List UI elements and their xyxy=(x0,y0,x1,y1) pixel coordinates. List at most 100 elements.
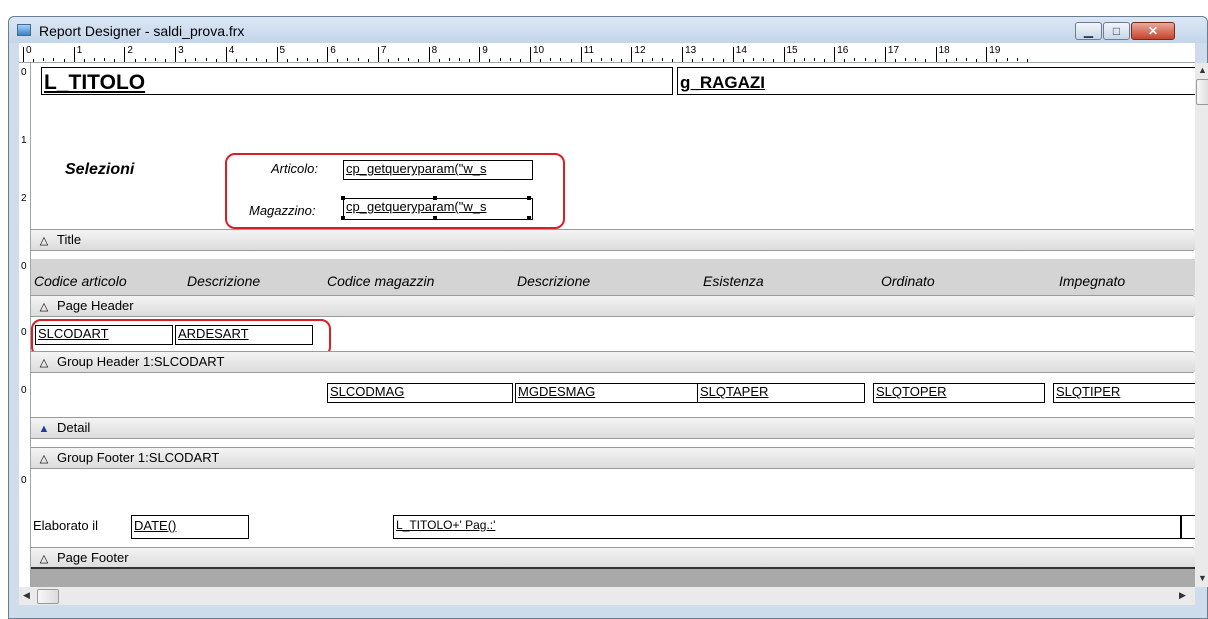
ruler-number: 13 xyxy=(685,45,697,56)
elaborato-label: Elaborato il xyxy=(33,518,99,533)
ruler-minor-tick xyxy=(773,59,775,62)
band-page-footer[interactable]: △ Page Footer xyxy=(31,547,1195,569)
ruler-minor-tick xyxy=(215,59,217,62)
vertical-scroll-thumb[interactable] xyxy=(1196,79,1208,105)
ruler-minor-tick xyxy=(600,58,602,61)
ruler-minor-tick xyxy=(945,59,947,62)
ruler-minor-tick xyxy=(266,59,268,62)
scroll-up-arrow-icon[interactable]: ▲ xyxy=(1198,65,1207,75)
ruler-number: 11 xyxy=(583,45,595,56)
ruler-number: 14 xyxy=(735,45,747,56)
ruler-major-tick xyxy=(732,47,734,62)
ruler-number: 16 xyxy=(837,45,849,56)
ruler-minor-tick xyxy=(803,58,805,61)
ruler-minor-tick xyxy=(367,59,369,62)
ruler-major-tick xyxy=(276,47,278,62)
ruler-minor-tick xyxy=(1026,59,1028,62)
horizontal-scroll-thumb[interactable] xyxy=(37,589,59,604)
ruler-number: 7 xyxy=(380,45,387,56)
mgdesmag-field[interactable]: MGDESMAG xyxy=(515,383,701,403)
column-header-descrizione[interactable]: Descrizione xyxy=(187,273,260,289)
ruler-minor-tick xyxy=(43,58,45,61)
ruler-number: 19 xyxy=(989,45,1001,56)
ruler-minor-tick xyxy=(286,59,288,62)
ruler-number: 0 xyxy=(26,45,32,56)
triangle-filled-icon: ▲ xyxy=(38,423,50,435)
column-header-impegnato[interactable]: Impegnato xyxy=(1059,273,1125,289)
vertical-scrollbar[interactable]: ▲ ▼ xyxy=(1195,63,1208,587)
ruler-minor-tick xyxy=(418,59,420,62)
ruler-minor-tick xyxy=(93,58,95,61)
ruler-minor-tick xyxy=(164,59,166,62)
slqtoper-field[interactable]: SLQTOPER xyxy=(873,383,1045,403)
maximize-button[interactable]: □ xyxy=(1103,22,1130,40)
band-group-footer-label: Group Footer 1:SLCODART xyxy=(57,450,220,465)
column-header-codice-magazzin[interactable]: Codice magazzin xyxy=(327,273,434,289)
ruler-minor-tick xyxy=(1016,58,1018,61)
band-title[interactable]: △ Title xyxy=(31,229,1195,251)
ruler-minor-tick xyxy=(337,59,339,62)
ruler-major-tick xyxy=(530,47,531,62)
ruler-zero: 0 xyxy=(21,475,27,486)
ruler-minor-tick xyxy=(712,58,714,61)
ruler-major-tick xyxy=(783,47,785,62)
report-canvas[interactable]: L_TITOLO g_RAGAZI Selezioni Articolo: cp… xyxy=(31,63,1195,587)
ruler-minor-tick xyxy=(560,58,562,61)
ruler-number: 18 xyxy=(938,45,950,56)
ruler-two: 2 xyxy=(21,193,27,204)
date-field[interactable]: DATE() xyxy=(131,515,249,539)
scroll-right-arrow-icon[interactable]: ▶ xyxy=(1179,590,1186,601)
ruler-minor-tick xyxy=(844,59,846,62)
title-bar[interactable]: Report Designer - saldi_prova.frx ▁ □ ✕ xyxy=(9,17,1207,43)
report-designer-window: Report Designer - saldi_prova.frx ▁ □ ✕ … xyxy=(8,16,1208,619)
horizontal-scrollbar[interactable]: ◀ ▶ xyxy=(19,587,1195,605)
titolo-field[interactable]: L_TITOLO xyxy=(41,67,673,95)
window-title: Report Designer - saldi_prova.frx xyxy=(39,23,245,39)
ruler-minor-tick xyxy=(874,59,876,62)
band-group-header-label: Group Header 1:SLCODART xyxy=(57,354,225,369)
page-number-field[interactable] xyxy=(1181,515,1195,539)
ruler-number: 5 xyxy=(279,45,286,56)
scroll-left-arrow-icon[interactable]: ◀ xyxy=(23,590,30,601)
close-button[interactable]: ✕ xyxy=(1131,22,1175,40)
ruler-number: 3 xyxy=(178,45,184,56)
triangle-outline-icon: △ xyxy=(39,301,49,313)
ruler-minor-tick xyxy=(438,59,440,62)
minimize-button[interactable]: ▁ xyxy=(1075,22,1102,40)
ruler-minor-tick xyxy=(813,58,815,61)
highlight-selection-box xyxy=(225,153,565,229)
titolo-pag-field[interactable]: L_TITOLO+' Pag.:' xyxy=(393,515,1181,539)
band-detail-label: Detail xyxy=(57,420,91,435)
ruler-minor-tick xyxy=(976,59,978,62)
ruler-minor-tick xyxy=(408,58,410,61)
slqtaper-field[interactable]: SLQTAPER xyxy=(697,383,865,403)
ruler-minor-tick xyxy=(671,59,673,62)
slcodmag-field[interactable]: SLCODMAG xyxy=(327,383,513,403)
column-header-esistenza[interactable]: Esistenza xyxy=(703,273,764,289)
scroll-down-arrow-icon[interactable]: ▼ xyxy=(1198,573,1207,583)
ruler-number: 2 xyxy=(127,45,133,56)
ruler-minor-tick xyxy=(357,58,359,61)
ruler-number: 12 xyxy=(634,45,646,56)
column-header-ordinato[interactable]: Ordinato xyxy=(881,273,935,289)
ruler-number: 8 xyxy=(431,45,438,56)
ruler-minor-tick xyxy=(195,58,197,61)
ruler-number: 6 xyxy=(330,45,336,56)
triangle-outline-icon: △ xyxy=(39,553,49,565)
ragazi-field[interactable]: g_RAGAZI xyxy=(677,67,1195,95)
ruler-minor-tick xyxy=(611,58,613,61)
slqtiper-field[interactable]: SLQTIPER xyxy=(1053,383,1195,403)
column-header-descrizione-mag[interactable]: Descrizione xyxy=(517,273,590,289)
column-header-codice-articolo[interactable]: Codice articolo xyxy=(34,273,127,289)
ruler-zero: 0 xyxy=(21,327,27,338)
ruler-minor-tick xyxy=(469,59,471,62)
band-page-header[interactable]: △ Page Header xyxy=(31,295,1195,317)
vertical-ruler: 0 1 2 0 0 0 0 xyxy=(19,63,31,587)
band-group-footer[interactable]: △ Group Footer 1:SLCODART xyxy=(31,447,1195,469)
band-group-header[interactable]: △ Group Header 1:SLCODART xyxy=(31,351,1195,373)
band-title-label: Title xyxy=(57,232,82,247)
band-detail[interactable]: ▲ Detail xyxy=(31,417,1195,439)
ruler-minor-tick xyxy=(763,58,765,61)
ruler-minor-tick xyxy=(905,58,907,61)
band-page-header-label: Page Header xyxy=(57,298,134,313)
